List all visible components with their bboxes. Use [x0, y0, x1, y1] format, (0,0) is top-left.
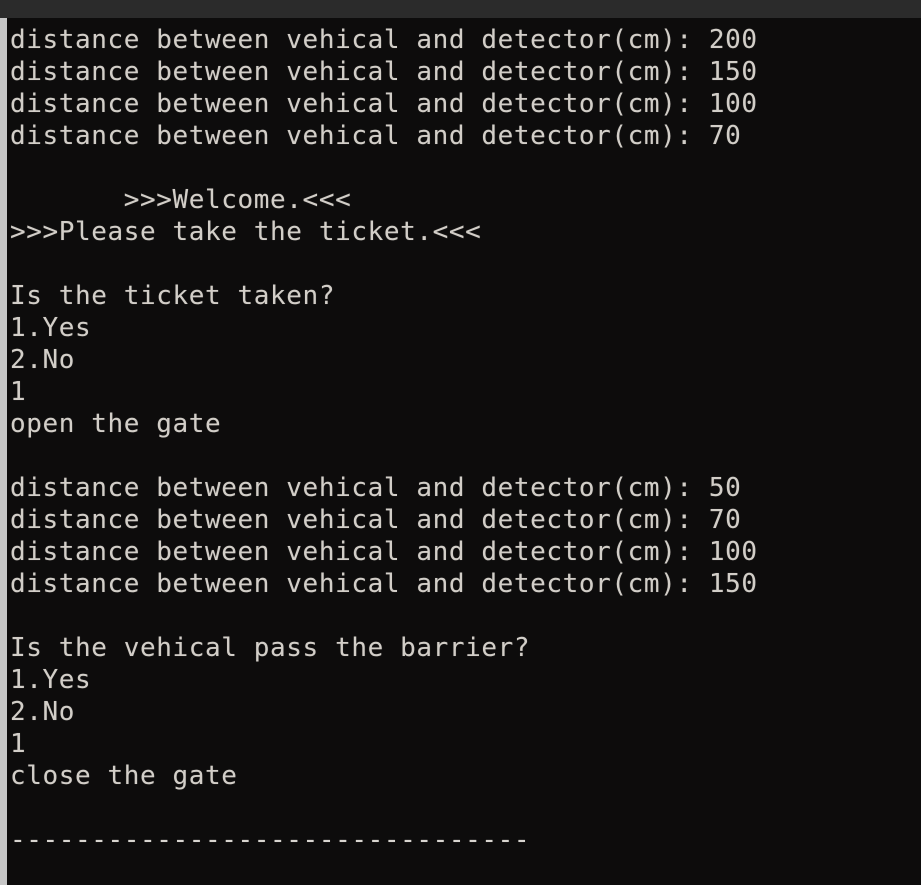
console-line-dist-5: distance between vehical and detector(cm… [10, 473, 742, 503]
console-line-blank-1 [10, 152, 921, 184]
console-line-dist-4: distance between vehical and detector(cm… [10, 121, 742, 151]
console-line-barrier-option-1: 1.Yes [10, 665, 92, 695]
window-title-bar [0, 0, 921, 18]
console-line-ticket-answer: 1 [10, 377, 27, 407]
terminal-window: distance between vehical and detector(cm… [0, 0, 921, 885]
console-line-blank-3 [10, 440, 921, 472]
scrollbar-thumb[interactable] [0, 18, 7, 885]
console-line-dist-2: distance between vehical and detector(cm… [10, 57, 758, 87]
console-output[interactable]: distance between vehical and detector(cm… [7, 18, 921, 885]
console-line-separator: -------------------------------- [10, 825, 531, 855]
console-line-dist-1: distance between vehical and detector(cm… [10, 25, 758, 55]
console-line-close-gate: close the gate [10, 761, 238, 791]
console-line-ticket-option-2: 2.No [10, 345, 76, 375]
console-line-open-gate: open the gate [10, 409, 222, 439]
console-line-dist-3: distance between vehical and detector(cm… [10, 89, 758, 119]
console-line-blank-4 [10, 600, 921, 632]
console-line-welcome: >>>Welcome.<<< [10, 185, 352, 215]
console-line-barrier-answer: 1 [10, 729, 27, 759]
vertical-scrollbar[interactable] [0, 18, 7, 885]
console-line-ticket-option-1: 1.Yes [10, 313, 92, 343]
console-line-dist-8: distance between vehical and detector(cm… [10, 569, 758, 599]
console-line-take-ticket: >>>Please take the ticket.<<< [10, 217, 482, 247]
console-line-blank-2 [10, 248, 921, 280]
console-line-blank-5 [10, 792, 921, 824]
console-line-dist-7: distance between vehical and detector(cm… [10, 537, 758, 567]
console-line-barrier-option-2: 2.No [10, 697, 76, 727]
console-line-dist-6: distance between vehical and detector(cm… [10, 505, 742, 535]
console-line-question-ticket: Is the ticket taken? [10, 281, 336, 311]
console-line-question-barrier: Is the vehical pass the barrier? [10, 633, 531, 663]
